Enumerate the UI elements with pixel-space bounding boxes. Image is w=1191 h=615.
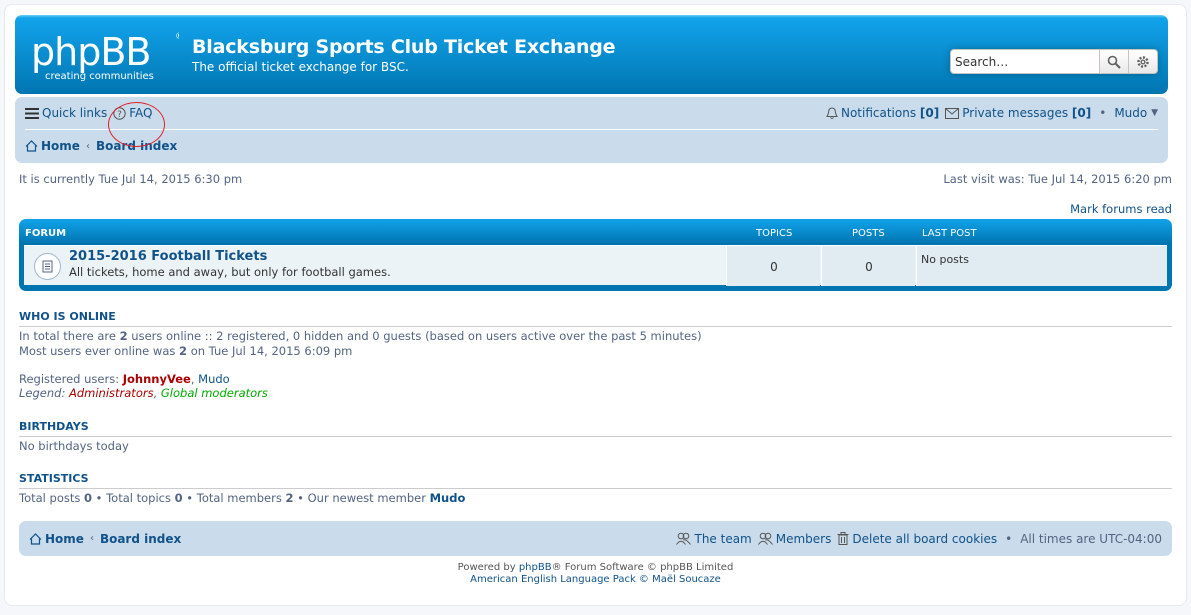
trash-icon	[837, 532, 849, 545]
powered-by: Powered by phpBB® Forum Software © phpBB…	[457, 562, 734, 573]
hamburger-icon	[25, 107, 39, 119]
private-messages-label: Private messages	[962, 106, 1069, 120]
header-topics: Topics	[756, 228, 793, 239]
forum-description: All tickets, home and away, but only for…	[69, 265, 391, 279]
language-pack-link[interactable]: American English Language Pack © Maël So…	[470, 574, 721, 585]
topics-cell: 0	[726, 246, 820, 286]
delete-cookies-link[interactable]: Delete all board cookies	[837, 532, 997, 546]
topics-count: 0	[770, 260, 778, 274]
search-button[interactable]	[1100, 49, 1129, 74]
birthdays-text: No birthdays today	[19, 439, 129, 453]
breadcrumb-board-index[interactable]: Board index	[96, 139, 177, 153]
statistics-title: Statistics	[19, 472, 1172, 489]
current-time: It is currently Tue Jul 14, 2015 6:30 pm	[19, 172, 243, 186]
quick-links-menu[interactable]: Quick links	[25, 106, 107, 120]
last-post-text: No posts	[921, 253, 969, 266]
breadcrumb-home[interactable]: Home	[25, 139, 80, 153]
notifications-label: Notifications	[840, 106, 917, 120]
pm-count: [0]	[1071, 106, 1092, 120]
breadcrumb: Home ‹ Board index	[25, 131, 1158, 161]
question-icon: ?	[113, 106, 126, 120]
online-total: In total there are 2 users online :: 2 r…	[19, 329, 702, 343]
user-link-mudo[interactable]: Mudo	[198, 372, 230, 386]
language-pack: American English Language Pack © Maël So…	[0, 574, 1191, 585]
forum-read-icon	[34, 253, 61, 280]
faq-label: FAQ	[129, 106, 153, 120]
chevron-left-icon: ‹	[89, 533, 94, 544]
username: Mudo	[1114, 106, 1148, 120]
timezone-text: All times are UTC-04:00	[1020, 531, 1162, 546]
posts-cell: 0	[821, 246, 915, 286]
home-icon	[25, 140, 38, 152]
newest-member-link[interactable]: Mudo	[430, 491, 466, 505]
forum-row: 2015-2016 Football Tickets All tickets, …	[24, 245, 1167, 286]
members-icon	[757, 532, 773, 545]
registered-users: Registered users: JohnnyVee, Mudo	[19, 372, 230, 386]
page-wrapper	[4, 4, 1187, 606]
notifications-count: [0]	[919, 106, 940, 120]
logo-tagline: creating communities	[45, 71, 154, 82]
statistics-text: Total posts 0 • Total topics 0 • Total m…	[19, 491, 466, 505]
forum-table-header: Forum Topics Posts Last post	[19, 219, 1172, 245]
team-icon	[676, 532, 692, 545]
footer-board-index-link[interactable]: Board index	[100, 532, 181, 546]
svg-text:?: ?	[117, 110, 122, 120]
search-input[interactable]	[950, 49, 1100, 74]
faq-link[interactable]: ? FAQ	[113, 106, 152, 120]
forum-table: Forum Topics Posts Last post 2015-2016 F…	[19, 219, 1172, 291]
last-visit: Last visit was: Tue Jul 14, 2015 6:20 pm	[943, 172, 1172, 186]
posts-count: 0	[865, 260, 873, 274]
search-icon	[1107, 55, 1121, 69]
birthdays-title: Birthdays	[19, 420, 1172, 437]
site-description: The official ticket exchange for BSC.	[192, 60, 409, 74]
logo-text: phpBB	[31, 30, 150, 74]
legend: Legend: Administrators, Global moderator…	[19, 386, 268, 400]
nav-bar: Quick links ? FAQ Notifications [0] Priv…	[15, 97, 1168, 163]
footer-home-link[interactable]: Home	[29, 532, 84, 546]
legend-global-moderators[interactable]: Global moderators	[161, 386, 268, 400]
nav-row-links: Quick links ? FAQ Notifications [0] Priv…	[25, 97, 1158, 130]
last-post-cell	[916, 246, 1167, 286]
chevron-left-icon: ‹	[85, 140, 90, 152]
members-link[interactable]: Members	[757, 532, 831, 546]
separator-bullet: •	[1005, 531, 1013, 546]
phpbb-link[interactable]: phpBB	[519, 562, 552, 573]
site-header: phpBB ® creating communities Blacksburg …	[15, 15, 1168, 94]
chevron-down-icon: ▼	[1151, 108, 1158, 118]
envelope-icon	[945, 107, 960, 119]
legend-administrators[interactable]: Administrators	[69, 386, 154, 400]
bell-icon	[826, 106, 838, 119]
site-title[interactable]: Blacksburg Sports Club Ticket Exchange	[192, 36, 616, 58]
header-forum: Forum	[25, 228, 67, 239]
gear-icon	[1137, 55, 1149, 68]
quick-links-label: Quick links	[42, 106, 108, 120]
search-box	[950, 49, 1158, 74]
online-record: Most users ever online was 2 on Tue Jul …	[19, 344, 353, 358]
user-link-johnnyvee[interactable]: JohnnyVee	[123, 372, 191, 386]
phpbb-logo[interactable]: phpBB ® creating communities	[29, 27, 179, 83]
notifications-link[interactable]: Notifications [0]	[826, 106, 939, 120]
forum-title-link[interactable]: 2015-2016 Football Tickets	[69, 249, 267, 264]
header-last-post: Last post	[922, 228, 977, 239]
private-messages-link[interactable]: Private messages [0]	[945, 106, 1091, 120]
user-menu[interactable]: Mudo ▼	[1114, 106, 1158, 120]
separator-bullet: •	[1099, 106, 1107, 120]
mark-forums-read-link[interactable]: Mark forums read	[1070, 202, 1172, 216]
advanced-search-button[interactable]	[1129, 49, 1158, 74]
who-is-online-title[interactable]: Who is online	[19, 310, 1172, 327]
header-posts: Posts	[852, 228, 885, 239]
home-icon	[29, 532, 42, 545]
svg-text:®: ®	[175, 32, 179, 42]
footer-nav: Home ‹ Board index The team Members Dele…	[19, 521, 1172, 556]
the-team-link[interactable]: The team	[676, 532, 752, 546]
